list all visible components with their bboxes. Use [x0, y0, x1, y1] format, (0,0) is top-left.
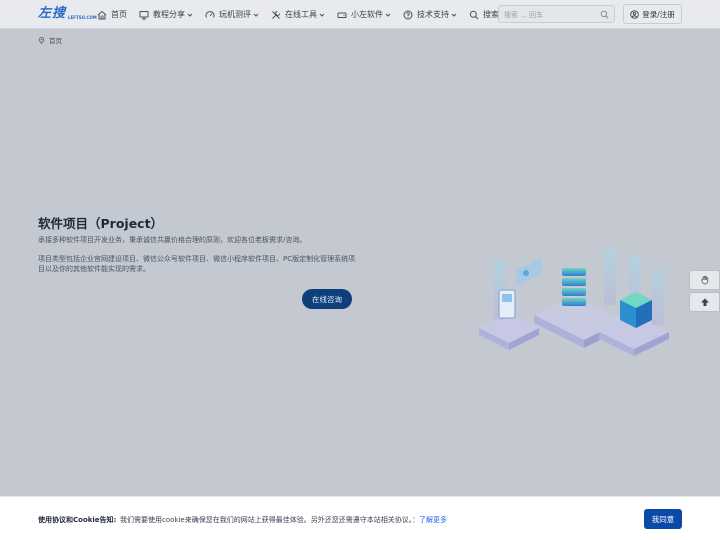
gauge-icon — [205, 10, 215, 18]
user-circle-icon — [630, 9, 639, 19]
search-box[interactable] — [498, 5, 615, 23]
nav-label: 教程分享 — [153, 10, 185, 19]
search-icon — [469, 10, 479, 19]
location-pin-icon — [38, 36, 45, 44]
nav-label: 搜索 — [483, 10, 499, 19]
agree-button[interactable]: 我同意 — [644, 509, 682, 529]
home-icon — [97, 10, 107, 19]
online-consult-button[interactable]: 在线咨询 — [302, 289, 352, 309]
cookie-consent-bar: 使用协议和Cookie告知: 我们需要使用cookie来确保您在我们的网站上获得… — [0, 496, 720, 540]
nav-item-support[interactable]: 技术支持 — [403, 0, 457, 29]
nav-item-software[interactable]: 小左软件 — [337, 0, 391, 29]
page-title: 软件项目（Project） — [38, 216, 164, 231]
arrow-up-icon — [700, 298, 709, 306]
cookie-text: 我们需要使用cookie来确保您在我们的网站上获得最佳体验。另外还您还需遵守本站… — [120, 516, 420, 524]
nav-item-search[interactable]: 搜索 — [469, 0, 499, 29]
nav-item-tools[interactable]: 在线工具 — [271, 0, 325, 29]
login-button[interactable]: 登录/注册 — [623, 4, 682, 24]
back-to-top-button[interactable] — [689, 292, 720, 312]
drive-icon — [337, 12, 347, 18]
breadcrumb: 首页 — [38, 35, 62, 45]
chevron-down-icon — [451, 13, 457, 17]
hero-description: 承接多种软件项目开发业务，秉承诚信共赢价格合理的原则，欢迎各位老板需求/咨询。 — [38, 236, 307, 244]
nav-label: 技术支持 — [417, 10, 449, 19]
cookie-title: 使用协议和Cookie告知: — [38, 516, 117, 524]
help-icon — [403, 10, 413, 19]
isometric-server-illustration — [479, 250, 669, 356]
tools-icon — [272, 10, 280, 19]
site-header: 左搜 LEFTSO.COM 首页 教程分享 玩机测评 在线工具 小左软件 技术支… — [0, 0, 720, 29]
hand-icon — [700, 275, 708, 285]
search-icon[interactable] — [600, 10, 609, 19]
breadcrumb-home[interactable]: 首页 — [49, 35, 62, 45]
monitor-icon — [139, 10, 149, 19]
chevron-down-icon — [187, 13, 193, 17]
chevron-down-icon — [385, 13, 391, 17]
logo-text: 左搜 — [38, 6, 67, 21]
nav-label: 在线工具 — [285, 10, 317, 19]
nav-item-home[interactable]: 首页 — [97, 0, 127, 29]
search-input[interactable] — [504, 8, 594, 21]
hero-project-types: 项目类型包括企业官网建设项目、微信公众号软件项目、微信小程序软件项目、PC版定制… — [38, 255, 356, 273]
feedback-button[interactable] — [689, 270, 720, 290]
nav-label: 首页 — [111, 10, 127, 19]
nav-item-tutorials[interactable]: 教程分享 — [139, 0, 193, 29]
nav-label: 小左软件 — [351, 10, 383, 19]
learn-more-link[interactable]: 了解更多 — [419, 515, 447, 525]
nav-item-reviews[interactable]: 玩机测评 — [205, 0, 259, 29]
chevron-down-icon — [319, 13, 325, 17]
login-label: 登录/注册 — [642, 9, 675, 19]
main-nav: 首页 教程分享 玩机测评 在线工具 小左软件 技术支持 搜索 — [97, 0, 511, 29]
nav-label: 玩机测评 — [219, 10, 251, 19]
site-logo[interactable]: 左搜 LEFTSO.COM — [38, 6, 97, 22]
chevron-down-icon — [253, 13, 259, 17]
logo-subtext: LEFTSO.COM — [68, 15, 97, 20]
